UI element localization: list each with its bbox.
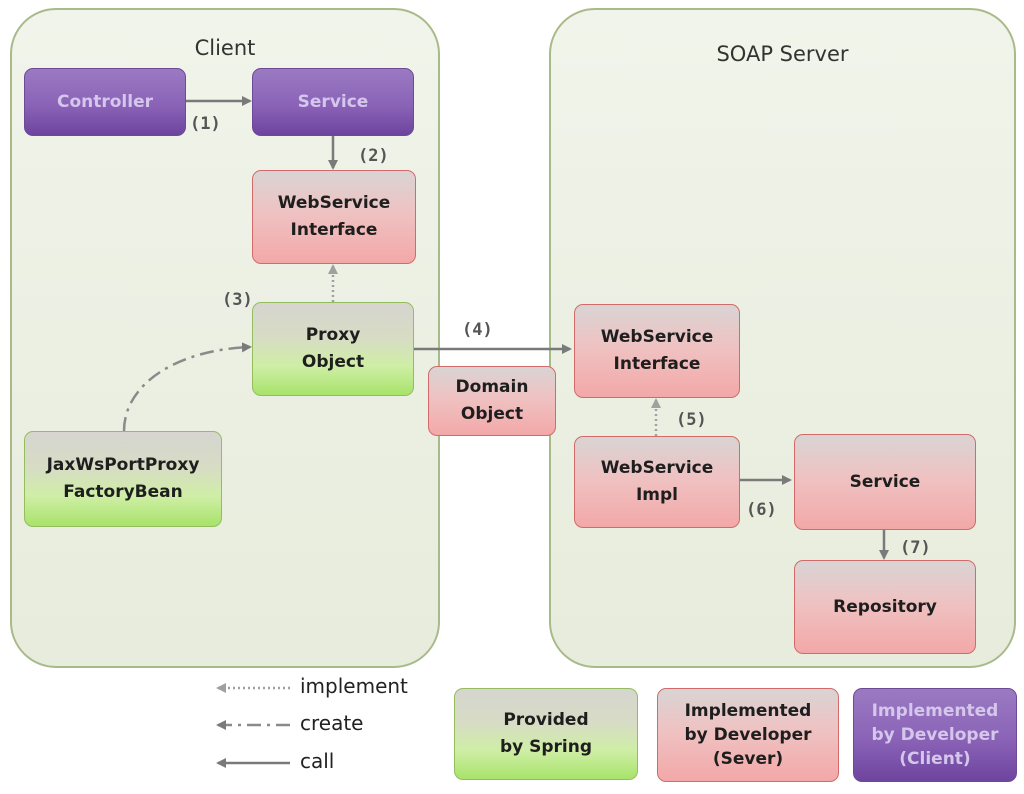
server-title: SOAP Server bbox=[716, 42, 849, 66]
legend-spring-box: Provided by Spring bbox=[454, 688, 638, 780]
client-title: Client bbox=[194, 36, 256, 60]
jaxws-port-proxy-factory-bean-box: JaxWsPortProxy FactoryBean bbox=[24, 431, 222, 527]
client-controller-box: Controller bbox=[24, 68, 186, 136]
repository-box: Repository bbox=[794, 560, 976, 654]
step-label-4: (4) bbox=[462, 320, 493, 340]
client-webservice-interface-box: WebService Interface bbox=[252, 170, 416, 264]
proxy-object-box: Proxy Object bbox=[252, 302, 414, 396]
legend-implement-label: implement bbox=[300, 674, 408, 698]
legend-developer-server-box: Implemented by Developer (Sever) bbox=[657, 688, 839, 782]
legend-create-label: create bbox=[300, 711, 364, 735]
step-label-7: (7) bbox=[900, 538, 931, 558]
legend-developer-client-box: Implemented by Developer (Client) bbox=[853, 688, 1017, 782]
webservice-impl-box: WebService Impl bbox=[574, 436, 740, 528]
step-label-3: (3) bbox=[222, 290, 253, 310]
step-label-5: (5) bbox=[676, 410, 707, 430]
step-label-2: (2) bbox=[358, 146, 389, 166]
legend-call-label: call bbox=[300, 749, 335, 773]
step-label-6: (6) bbox=[746, 500, 777, 520]
domain-object-box: Domain Object bbox=[428, 366, 556, 436]
client-service-box: Service bbox=[252, 68, 414, 136]
server-webservice-interface-box: WebService Interface bbox=[574, 304, 740, 398]
server-service-box: Service bbox=[794, 434, 976, 530]
step-label-1: (1) bbox=[190, 114, 221, 134]
